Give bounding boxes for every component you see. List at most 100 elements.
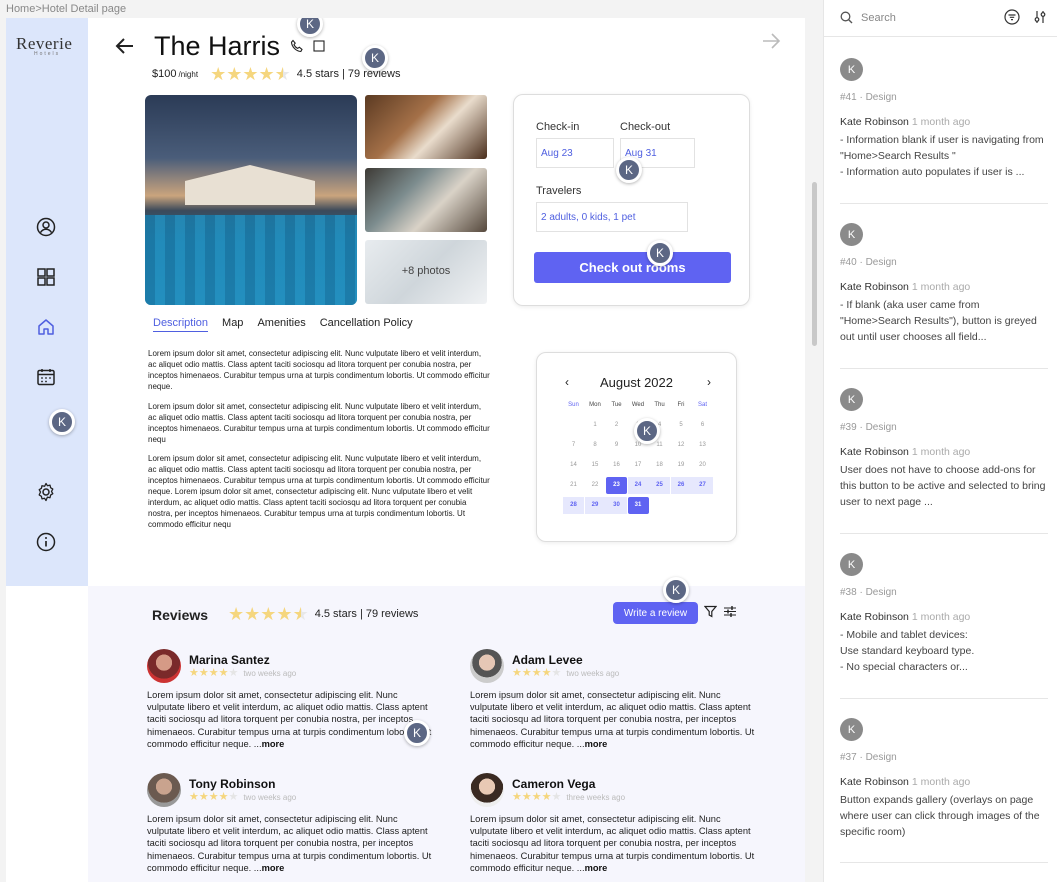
- avatar: [470, 773, 504, 807]
- bookmark-icon[interactable]: [312, 39, 326, 53]
- sliders-icon[interactable]: [723, 605, 737, 618]
- sliders-icon[interactable]: [1032, 9, 1048, 25]
- comment-author-line: Kate Robinson 1 month ago: [840, 611, 970, 623]
- phone-icon[interactable]: [290, 39, 304, 53]
- comment-author: Kate Robinson: [840, 116, 909, 128]
- comment-time: 1 month ago: [911, 116, 971, 128]
- filter-list-icon[interactable]: [1004, 9, 1020, 25]
- review-tools: [704, 605, 737, 618]
- read-more-link[interactable]: more: [585, 739, 608, 749]
- tab-cancellation-policy[interactable]: Cancellation Policy: [320, 317, 413, 332]
- description-paragraph: Lorem ipsum dolor sit amet, consectetur …: [148, 454, 490, 529]
- comment-pin[interactable]: K: [663, 577, 689, 603]
- travelers-field[interactable]: 2 adults, 0 kids, 1 pet: [536, 202, 688, 232]
- check-out-rooms-button[interactable]: Check out rooms: [534, 252, 731, 283]
- hotel-detail-canvas: Reverie Hotels The Harris $100 /night ★ …: [6, 18, 805, 882]
- comment-time: 1 month ago: [911, 446, 971, 458]
- calendar-weekday: Thu: [654, 402, 665, 408]
- calendar-next-button[interactable]: ›: [707, 375, 711, 389]
- calendar-day[interactable]: 12: [671, 437, 692, 454]
- calendar-day[interactable]: 7: [563, 437, 584, 454]
- tab-description[interactable]: Description: [153, 317, 209, 332]
- calendar-day[interactable]: 15: [585, 457, 606, 474]
- search-input[interactable]: Search: [861, 12, 896, 24]
- calendar-day[interactable]: 19: [671, 457, 692, 474]
- calendar-day[interactable]: 20: [692, 457, 713, 474]
- calendar-day[interactable]: 9: [606, 437, 627, 454]
- calendar-day[interactable]: 21: [563, 477, 584, 494]
- comment-tag: #37 · Design: [840, 752, 897, 763]
- calendar-day[interactable]: 14: [563, 457, 584, 474]
- reviewer-name: Cameron Vega: [512, 777, 596, 791]
- comment-tag: #40 · Design: [840, 257, 897, 268]
- gallery-main-photo[interactable]: [145, 95, 357, 305]
- comment-pin[interactable]: K: [49, 409, 75, 435]
- calendar-day[interactable]: 23: [606, 477, 627, 494]
- title-row: The Harris: [114, 26, 326, 66]
- checkout-label: Check-out: [620, 121, 671, 133]
- back-arrow-icon[interactable]: [114, 35, 136, 57]
- calendar-day[interactable]: 30: [606, 497, 627, 514]
- gear-icon[interactable]: [36, 482, 56, 502]
- read-more-link[interactable]: more: [262, 739, 285, 749]
- comment-pin[interactable]: K: [362, 45, 388, 71]
- calendar-day[interactable]: 18: [649, 457, 670, 474]
- frame-breadcrumb: Home>Hotel Detail page: [6, 3, 127, 15]
- review-body: Lorem ipsum dolor sit amet, consectetur …: [147, 814, 432, 873]
- price-row: $100 /night ★ ★ ★ ★ ★ 4.5 stars | 79 reviews: [152, 65, 401, 83]
- calendar-day[interactable]: 1: [585, 417, 606, 434]
- calendar-day[interactable]: 13: [692, 437, 713, 454]
- booking-card: Check-in Aug 23 Check-out Aug 31 Travele…: [513, 94, 750, 306]
- filter-icon[interactable]: [704, 605, 717, 618]
- gallery-thumb-room[interactable]: [365, 168, 487, 232]
- home-icon[interactable]: [36, 317, 56, 337]
- calendar-day[interactable]: 22: [585, 477, 606, 494]
- tab-amenities[interactable]: Amenities: [257, 317, 305, 332]
- comment-time: 1 month ago: [911, 776, 971, 788]
- review-text: Lorem ipsum dolor sit amet, consectetur …: [470, 689, 760, 750]
- calendar-day[interactable]: 31: [627, 497, 649, 514]
- reviews-rating-text: 4.5 stars | 79 reviews: [314, 608, 419, 620]
- read-more-link[interactable]: more: [585, 863, 608, 873]
- comment-pin[interactable]: K: [634, 418, 660, 444]
- calendar-day[interactable]: 6: [692, 417, 713, 434]
- calendar-day[interactable]: 26: [670, 477, 692, 494]
- calendar-day[interactable]: 25: [649, 477, 670, 494]
- calendar-day[interactable]: 17: [628, 457, 649, 474]
- info-icon[interactable]: [36, 532, 56, 552]
- avatar: [147, 649, 181, 683]
- calendar-day[interactable]: 27: [692, 477, 713, 494]
- checkin-field[interactable]: Aug 23: [536, 138, 614, 168]
- gallery-thumb-bedroom[interactable]: [365, 95, 487, 159]
- description-paragraph: Lorem ipsum dolor sit amet, consectetur …: [148, 402, 490, 444]
- comment-pin[interactable]: K: [647, 240, 673, 266]
- review-text: Lorem ipsum dolor sit amet, consectetur …: [470, 813, 760, 874]
- scrollbar[interactable]: [812, 182, 817, 346]
- comment-author: Kate Robinson: [840, 611, 909, 623]
- calendar-day[interactable]: 28: [563, 497, 584, 514]
- tab-map[interactable]: Map: [222, 317, 243, 332]
- comment-author: Kate Robinson: [840, 776, 909, 788]
- comment-pin[interactable]: K: [616, 157, 642, 183]
- calendar-day[interactable]: 5: [671, 417, 692, 434]
- avatar: K: [840, 718, 863, 741]
- hotel-rating-stars: ★ ★ ★ ★ ★: [210, 64, 291, 84]
- forward-arrow-icon[interactable]: [760, 30, 782, 52]
- rating-summary[interactable]: 4.5 stars | 79 reviews: [297, 68, 401, 80]
- comment-author-line: Kate Robinson 1 month ago: [840, 281, 970, 293]
- calendar-day[interactable]: 2: [606, 417, 627, 434]
- comment-body: - If blank (aka user came from "Home>Sea…: [840, 299, 1037, 343]
- write-review-button[interactable]: Write a review: [613, 602, 698, 624]
- calendar-day[interactable]: 8: [585, 437, 606, 454]
- gallery-more-photos[interactable]: +8 photos: [365, 240, 487, 304]
- calendar-day[interactable]: 24: [627, 477, 649, 494]
- calendar-day[interactable]: 16: [606, 457, 627, 474]
- user-circle-icon[interactable]: [36, 217, 56, 237]
- calendar-icon[interactable]: [36, 367, 56, 387]
- review-stars: ★★★★ ★ three weeks ago: [512, 791, 626, 803]
- read-more-link[interactable]: more: [262, 863, 285, 873]
- grid-icon[interactable]: [36, 267, 56, 287]
- review-date: three weeks ago: [566, 793, 626, 802]
- comment-pin[interactable]: K: [404, 720, 430, 746]
- calendar-day[interactable]: 29: [584, 497, 606, 514]
